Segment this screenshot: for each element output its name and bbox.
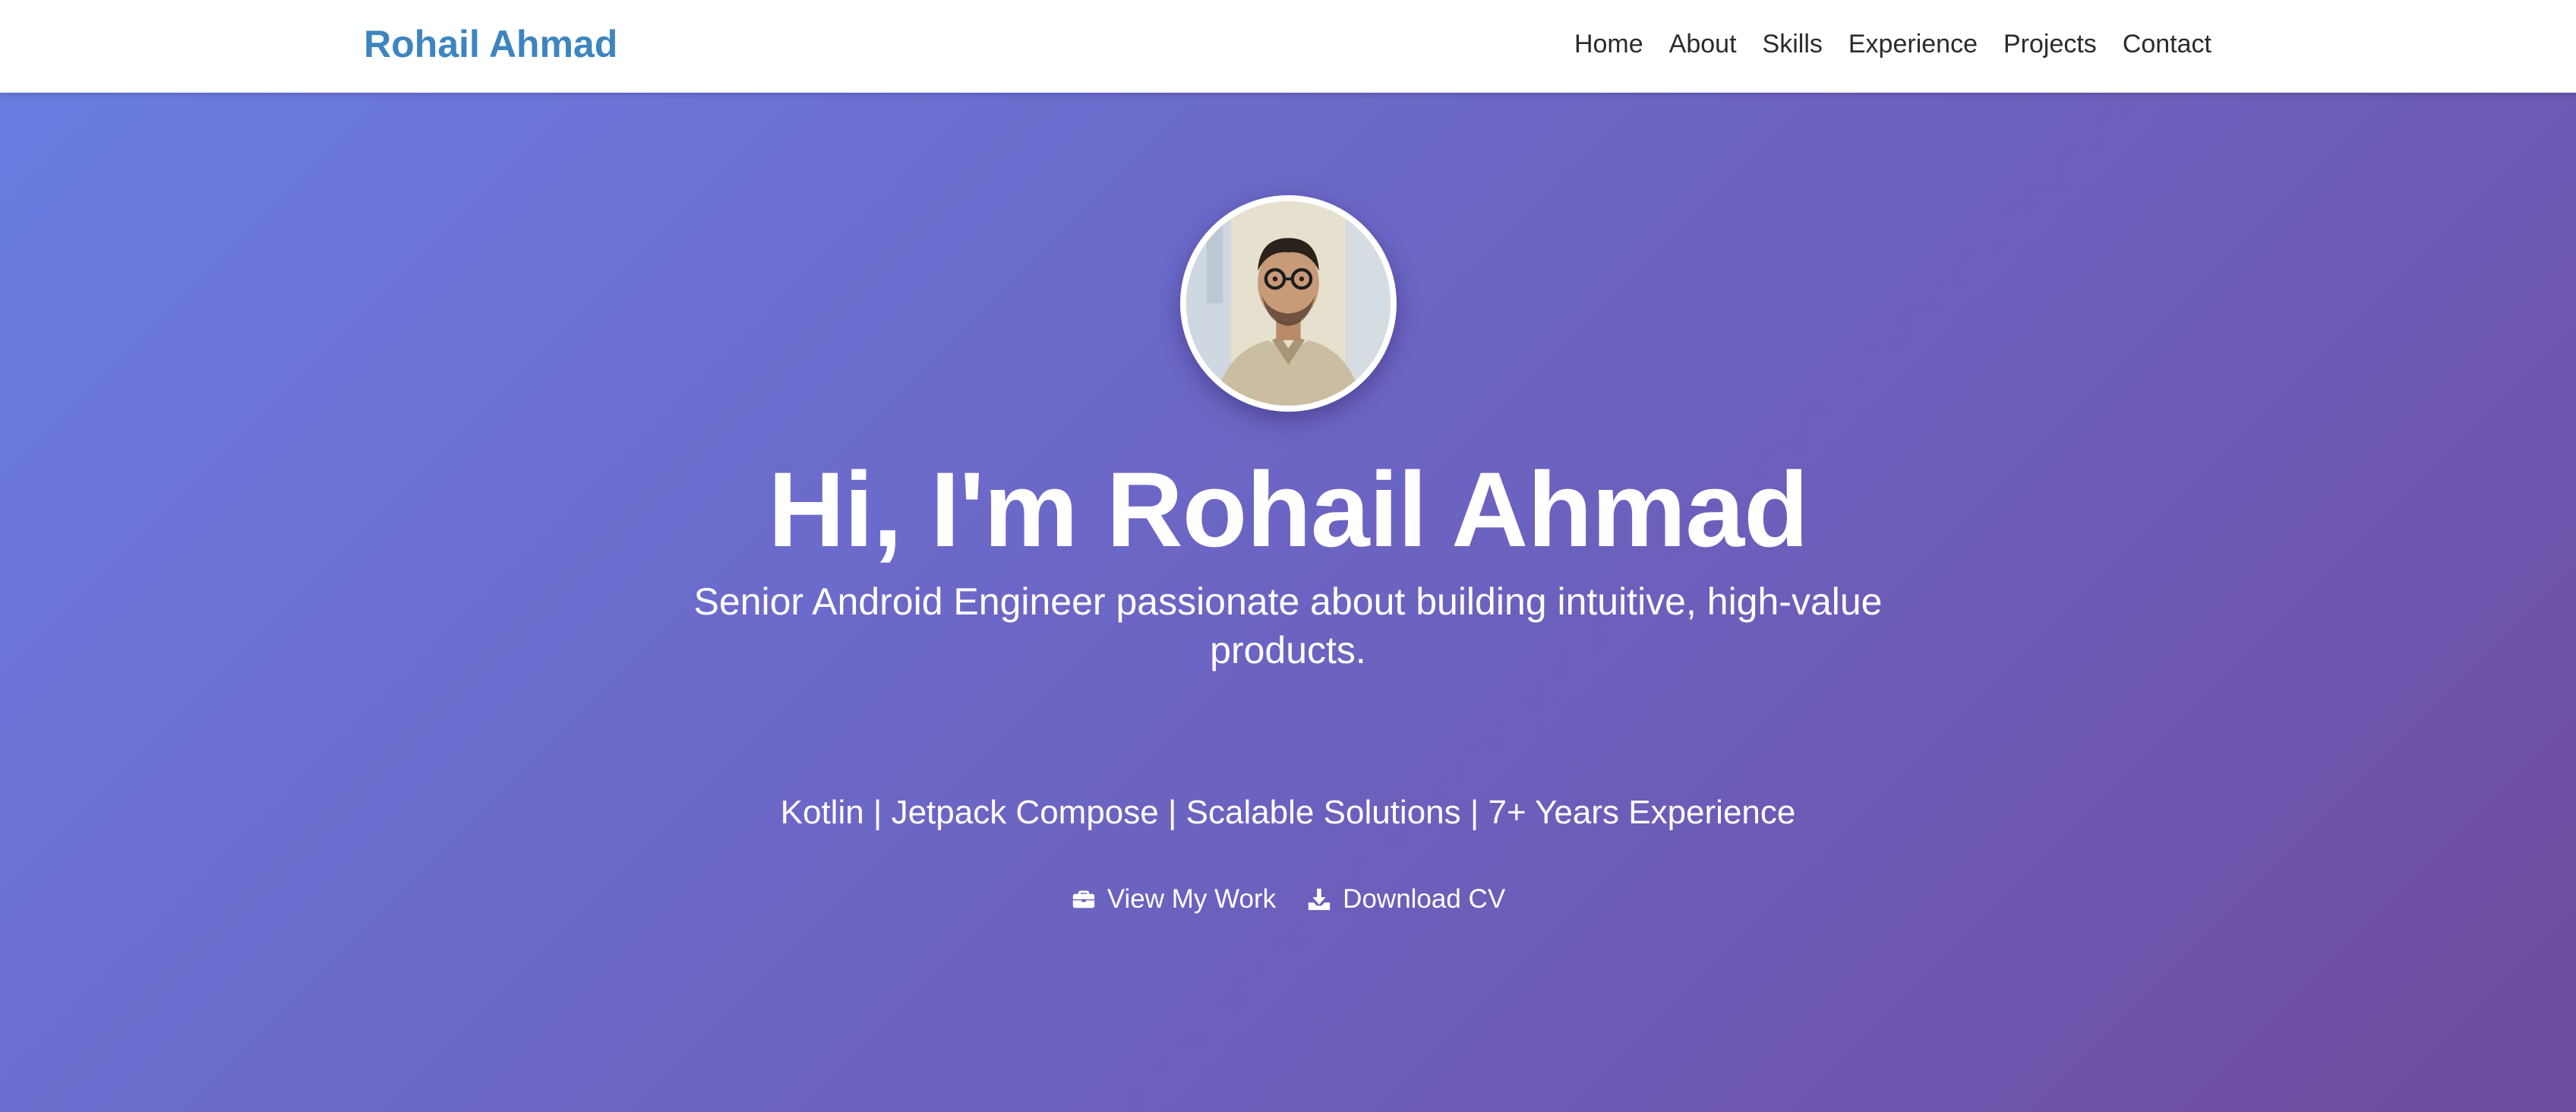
nav-links: Home About Skills Experience Projects Co… [1574,27,2211,61]
top-navbar: Rohail Ahmad Home About Skills Experienc… [0,0,2576,93]
briefcase-icon [1071,886,1097,912]
nav-link-about[interactable]: About [1669,27,1737,61]
nav-link-skills[interactable]: Skills [1763,27,1823,61]
download-cv-label: Download CV [1343,884,1506,914]
profile-photo [1180,195,1397,412]
brand-logo-link[interactable]: Rohail Ahmad [364,21,617,67]
download-cv-button[interactable]: Download CV [1306,881,1505,918]
view-work-label: View My Work [1106,884,1277,914]
nav-link-projects[interactable]: Projects [2003,27,2097,61]
nav-link-contact[interactable]: Contact [2123,27,2211,61]
hero-subtitle: Senior Android Engineer passionate about… [693,580,1883,671]
hero-tagline: Kotlin | Jetpack Compose | Scalable Solu… [780,794,1796,831]
nav-link-experience[interactable]: Experience [1848,27,1978,61]
nav-link-home[interactable]: Home [1574,27,1643,61]
profile-photo-illustration [1186,201,1391,406]
hero-title: Hi, I'm Rohail Ahmad [768,450,1808,569]
hero-actions: View My Work Download CV [0,881,2576,918]
view-work-button[interactable]: View My Work [1071,881,1276,918]
download-icon [1306,886,1332,912]
